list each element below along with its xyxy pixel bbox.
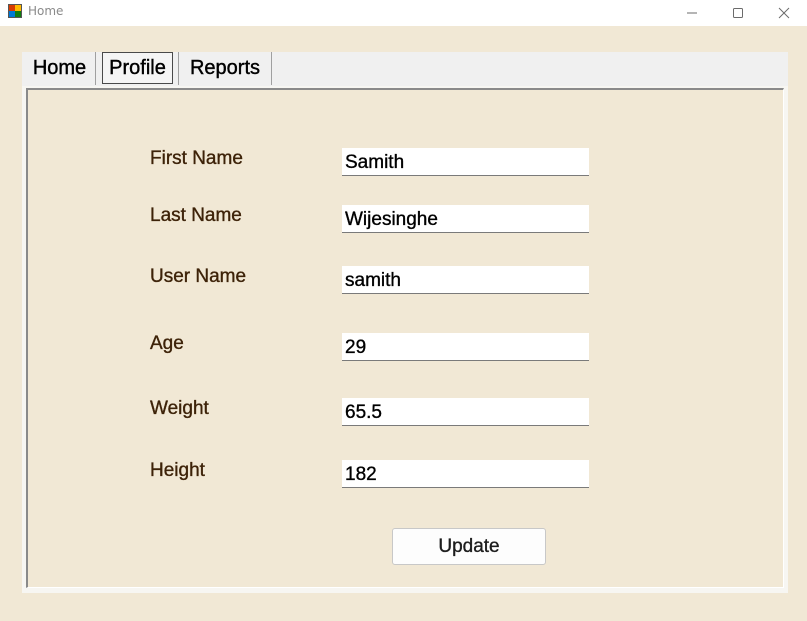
windows-forms-app-icon (8, 4, 22, 18)
first-name-label: First Name (150, 148, 243, 169)
tab-profile[interactable]: Profile (102, 52, 173, 84)
height-field[interactable] (342, 460, 589, 488)
age-label: Age (150, 333, 184, 354)
window-title: Home (28, 4, 64, 18)
update-button[interactable]: Update (392, 528, 546, 565)
user-name-field[interactable] (342, 266, 589, 294)
profile-tab-page: First Name Last Name User Name Age Weigh… (26, 88, 784, 588)
tab-control: Home Profile Reports First Name Last Nam… (22, 52, 788, 593)
close-button[interactable] (761, 0, 807, 26)
age-field[interactable] (342, 333, 589, 361)
minimize-icon (687, 12, 697, 14)
last-name-field[interactable] (342, 205, 589, 233)
title-bar: Home (0, 0, 807, 26)
close-icon (778, 7, 790, 19)
first-name-field[interactable] (342, 148, 589, 176)
user-name-label: User Name (150, 266, 247, 287)
height-label: Height (150, 460, 205, 481)
tab-strip: Home Profile Reports (22, 52, 788, 86)
tab-home[interactable]: Home (24, 52, 96, 85)
last-name-label: Last Name (150, 205, 242, 226)
minimize-button[interactable] (669, 0, 715, 26)
tab-reports[interactable]: Reports (178, 52, 272, 85)
weight-field[interactable] (342, 398, 589, 426)
maximize-icon (733, 8, 743, 18)
maximize-button[interactable] (715, 0, 761, 26)
weight-label: Weight (150, 398, 209, 419)
